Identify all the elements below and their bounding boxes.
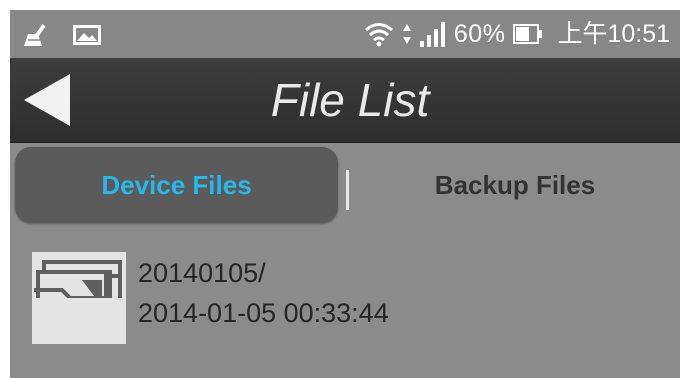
list-item[interactable]: 20140105/ 2014-01-05 00:33:44 [10,234,680,354]
title-bar: File List [10,58,680,143]
tab-divider [346,170,349,210]
battery-icon [513,24,543,44]
signal-icon [419,22,445,47]
tab-bar: Device Files Backup Files [10,143,680,233]
folder-icon [32,252,126,344]
status-right-indicators: 60% 上午10:51 [364,18,670,50]
file-list: 20140105/ 2014-01-05 00:33:44 [10,234,680,378]
file-date: 2014-01-05 00:33:44 [138,298,389,328]
wifi-icon [364,23,393,47]
tab-backup-files[interactable]: Backup Files [355,147,675,223]
status-bar: 60% 上午10:51 [10,10,680,58]
data-transfer-icon [402,24,411,44]
file-name: 20140105/ [138,258,266,288]
tab-device-files[interactable]: Device Files [15,147,338,223]
image-icon [73,25,101,45]
tab-backup-files-label: Backup Files [434,169,596,200]
battery-percent: 60% [453,20,506,48]
status-time: 上午10:51 [557,20,670,48]
status-left-icons [22,22,102,48]
page-title: File List [270,74,430,126]
broom-icon [24,24,46,46]
app-screen: 60% 上午10:51 File List Device Files Backu… [10,10,680,378]
tab-device-files-label: Device Files [101,169,252,200]
